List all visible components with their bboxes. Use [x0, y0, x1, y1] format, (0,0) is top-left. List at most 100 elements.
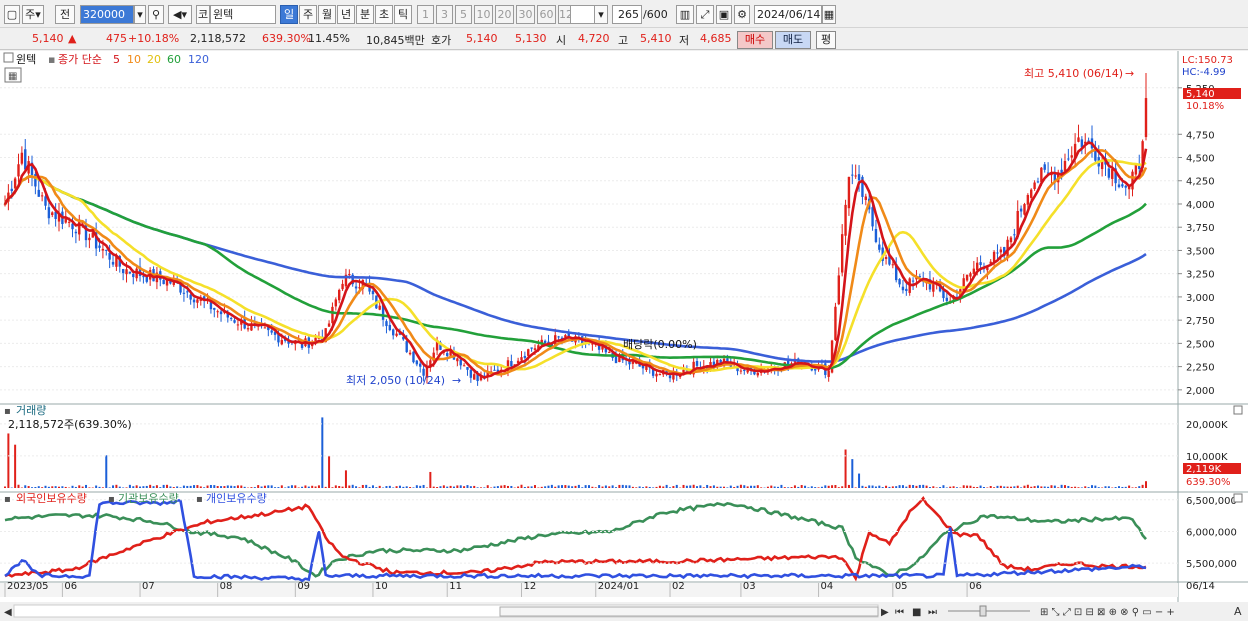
volume-bar: [621, 484, 624, 488]
interval-button-5[interactable]: 30: [516, 5, 535, 24]
volume-bar: [500, 485, 503, 488]
sound-icon[interactable]: ◀▾: [168, 5, 192, 24]
volume-bar: [51, 486, 54, 488]
sell-button[interactable]: 매도: [775, 31, 811, 49]
interval-button-6[interactable]: 60: [537, 5, 556, 24]
type-selector[interactable]: 주▾: [22, 5, 44, 24]
candle-body: [10, 188, 13, 192]
volume-bar: [328, 455, 331, 488]
turnover-rate: 11.45%: [308, 32, 350, 45]
stock-code-input[interactable]: 320000: [80, 5, 134, 24]
volume-bar: [54, 486, 57, 488]
buy-button[interactable]: 매수: [737, 31, 773, 49]
volume-bar: [1050, 485, 1053, 488]
prev-button[interactable]: 전: [55, 5, 75, 24]
volume-bar: [692, 484, 695, 488]
candle-body: [527, 349, 530, 356]
volume-bar: [311, 485, 314, 488]
candle-body: [510, 361, 513, 367]
volume-bar: [557, 485, 560, 488]
first-icon[interactable]: ⏮: [895, 607, 904, 618]
tool-icons[interactable]: ⊞ ⤡ ⤢ ⊡ ⊟ ⊠ ⊕ ⊗ ⚲ ▭ − +: [1040, 607, 1175, 618]
volume-bar: [841, 486, 844, 488]
interval-button-4[interactable]: 20: [495, 5, 514, 24]
candle-body: [263, 327, 267, 329]
legend-box-icon: [3, 52, 14, 63]
avg-button[interactable]: 평: [816, 31, 836, 49]
volume-bar: [223, 486, 226, 488]
code-dropdown-icon[interactable]: ▾: [134, 5, 146, 24]
stock-name-input[interactable]: 윈텍: [210, 5, 276, 24]
low-arrow-icon: →: [452, 374, 461, 387]
volume-bar: [581, 487, 584, 488]
volume-bar: [895, 486, 898, 488]
ask-price: 5,140: [466, 32, 498, 45]
stop-icon[interactable]: ■: [912, 607, 921, 618]
interval-button-3[interactable]: 10: [474, 5, 493, 24]
volume-bar: [209, 484, 212, 488]
volume-bar: [196, 485, 199, 488]
candle-body: [608, 351, 611, 353]
volume-bar: [807, 487, 810, 488]
volume-bar: [571, 486, 574, 488]
zoom-handle[interactable]: [979, 605, 987, 617]
volume-bar: [41, 487, 44, 488]
holding-close-icon[interactable]: [1233, 493, 1243, 503]
volume-bar: [179, 487, 182, 488]
volume-bar: [989, 486, 992, 488]
volume-bar: [169, 486, 172, 488]
foreign-title: 외국인보유수량: [16, 492, 87, 505]
scroll-right-icon[interactable]: ▶: [881, 607, 889, 618]
scroll-thumb[interactable]: [499, 606, 879, 617]
volume-bar: [942, 485, 945, 488]
font-size-icon[interactable]: A: [1234, 605, 1242, 618]
volume-bar: [1074, 486, 1077, 488]
volume-bar: [787, 487, 790, 488]
volume-bar: [496, 486, 499, 488]
date-input[interactable]: 2024/06/14: [754, 5, 822, 24]
volume-close-icon[interactable]: [1233, 405, 1243, 415]
volume-bar: [368, 486, 371, 488]
price-change: 475: [106, 32, 127, 45]
candle-type-icon[interactable]: ▥: [676, 5, 694, 24]
candle-body: [378, 305, 381, 310]
calendar-icon[interactable]: ▦: [822, 5, 836, 24]
tools-icon[interactable]: ⤢: [696, 5, 714, 24]
candle-body: [557, 336, 560, 338]
volume-bar: [797, 486, 800, 488]
period-tab-2[interactable]: 월: [318, 5, 336, 24]
field-dropdown-icon[interactable]: ▾: [594, 5, 608, 24]
stock-chart[interactable]: 5,2504,7504,5004,2504,0003,7503,5003,250…: [0, 51, 1248, 621]
period-tab-4[interactable]: 분: [356, 5, 374, 24]
save-icon[interactable]: ▣: [716, 5, 732, 24]
volume-bar: [611, 485, 614, 488]
scroll-left-icon[interactable]: ◀: [4, 607, 12, 618]
count-input[interactable]: 265: [612, 5, 642, 24]
inst-box-icon: ▪: [108, 494, 115, 505]
volume-bar: [473, 485, 476, 488]
period-tab-5[interactable]: 초: [375, 5, 393, 24]
volume-bar: [236, 485, 239, 488]
interval-button-2[interactable]: 5: [455, 5, 472, 24]
candle-body: [756, 372, 759, 376]
interval-button-0[interactable]: 1: [417, 5, 434, 24]
last-icon[interactable]: ⏭: [928, 607, 937, 618]
volume-bar: [47, 486, 50, 488]
volume-bar: [783, 487, 786, 488]
period-tab-6[interactable]: 틱: [394, 5, 412, 24]
candle-body: [695, 361, 699, 366]
search-icon[interactable]: ⚲: [148, 5, 164, 24]
volume-bar: [213, 485, 216, 488]
period-tab-0[interactable]: 일: [280, 5, 298, 24]
period-tab-3[interactable]: 년: [337, 5, 355, 24]
candle-body: [67, 221, 71, 223]
interval-button-1[interactable]: 3: [436, 5, 453, 24]
holding-tick-label: 6,500,000: [1186, 496, 1237, 507]
volume-bar: [564, 485, 567, 488]
gear-icon[interactable]: ⚙: [734, 5, 750, 24]
period-tab-1[interactable]: 주: [299, 5, 317, 24]
window-menu-icon[interactable]: ▢: [4, 5, 20, 24]
chart-area[interactable]: 5,2504,7504,5004,2504,0003,7503,5003,250…: [0, 51, 1248, 621]
volume-bar: [864, 486, 867, 488]
volume-bar: [331, 487, 334, 488]
